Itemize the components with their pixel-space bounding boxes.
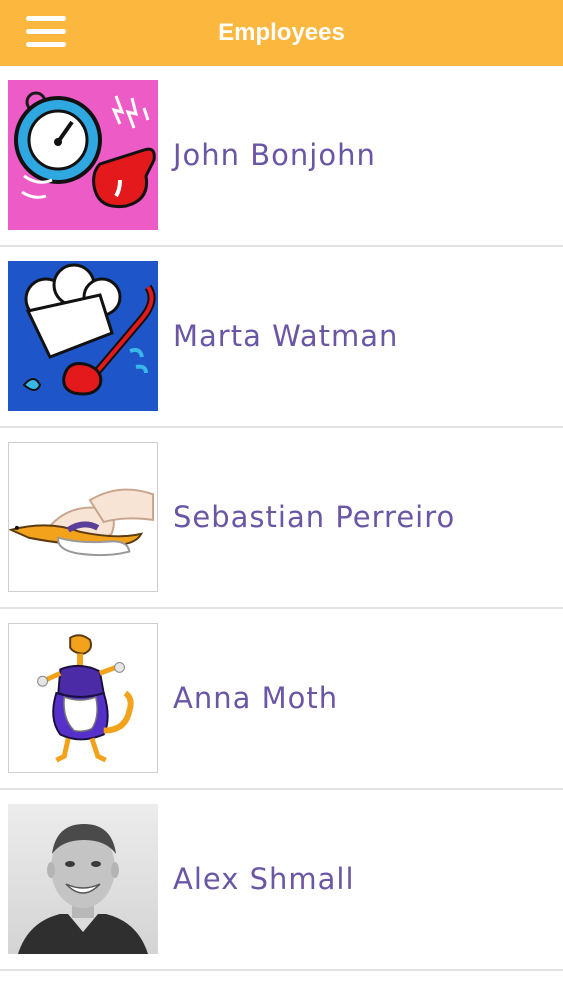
app-header: Employees <box>0 0 563 66</box>
employee-name: Alex Shmall <box>173 862 355 896</box>
employee-row[interactable]: Sebastian Perreiro <box>0 428 563 609</box>
employee-name: Sebastian Perreiro <box>173 500 456 534</box>
page-title: Employees <box>218 19 345 46</box>
stopwatch-whistle-avatar <box>8 80 158 230</box>
lizard-maid-avatar <box>8 623 158 773</box>
employee-row[interactable]: Marta Watman <box>0 247 563 428</box>
employee-row[interactable]: John Bonjohn <box>0 66 563 247</box>
employee-row[interactable]: Alex Shmall <box>0 790 563 971</box>
employee-name: Anna Moth <box>173 681 339 715</box>
chef-hat-ladle-avatar <box>8 261 158 411</box>
smiling-man-avatar <box>8 804 158 954</box>
massage-lizard-avatar <box>8 442 158 592</box>
employee-name: Marta Watman <box>173 319 399 353</box>
employee-list: John Bonjohn Marta Watman Sebastian Perr… <box>0 66 563 971</box>
employee-row[interactable]: Anna Moth <box>0 609 563 790</box>
employees-screen: Employees John Bonjohn Marta Watman Seba… <box>0 0 563 1000</box>
employee-name: John Bonjohn <box>173 138 376 172</box>
